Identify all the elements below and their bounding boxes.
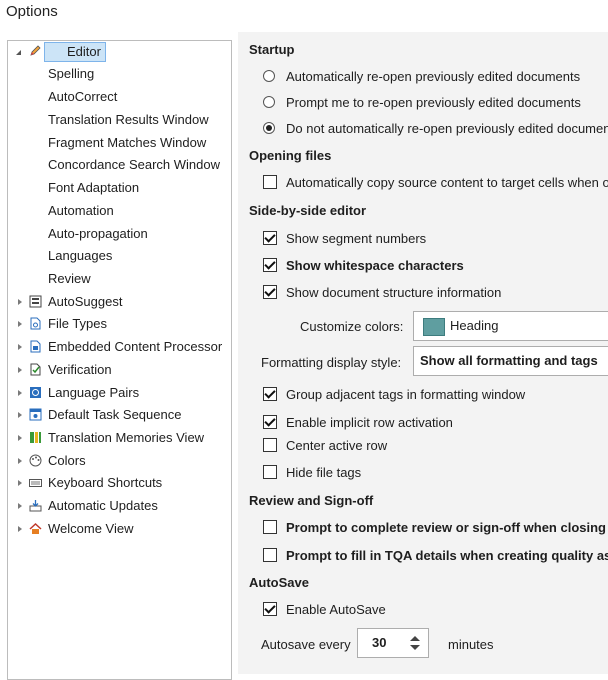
checkbox[interactable] xyxy=(263,548,277,562)
collapsed-arrow-icon[interactable] xyxy=(18,480,22,486)
file-types-icon xyxy=(30,317,41,330)
keyboard-icon xyxy=(29,479,42,487)
formatting-style-label: Formatting display style: xyxy=(261,355,402,370)
customize-colors-dropdown[interactable]: Heading xyxy=(413,311,608,341)
section-startup: Startup xyxy=(249,42,295,57)
verification-icon xyxy=(30,363,41,376)
tree-item-label: AutoCorrect xyxy=(48,89,118,104)
tree-item-label: Spelling xyxy=(48,66,95,81)
tree-item-label: File Types xyxy=(48,316,108,331)
option-label: Do not automatically re-open previously … xyxy=(286,121,608,136)
checkbox-checked[interactable] xyxy=(263,258,277,272)
minutes-unit-label: minutes xyxy=(448,637,494,652)
collapsed-arrow-icon[interactable] xyxy=(18,412,22,418)
option-label: Hide file tags xyxy=(286,465,362,480)
option-label: Automatically re-open previously edited … xyxy=(286,69,581,84)
autosuggest-icon xyxy=(29,295,42,308)
option-label: Enable implicit row activation xyxy=(286,415,453,430)
option-label: Prompt to fill in TQA details when creat… xyxy=(286,548,608,563)
collapsed-arrow-icon[interactable] xyxy=(18,344,22,350)
checkbox-checked[interactable] xyxy=(263,231,277,245)
tree-item-label: Fragment Matches Window xyxy=(48,135,207,150)
collapsed-arrow-icon[interactable] xyxy=(18,503,22,509)
tree-item-label: Language Pairs xyxy=(48,385,140,400)
updates-icon xyxy=(29,500,42,512)
collapsed-arrow-icon[interactable] xyxy=(18,435,22,441)
tree-item-label: Languages xyxy=(48,248,113,263)
checkbox[interactable] xyxy=(263,438,277,452)
checkbox-checked[interactable] xyxy=(263,415,277,429)
collapsed-arrow-icon[interactable] xyxy=(18,526,22,532)
checkbox-checked[interactable] xyxy=(263,602,277,616)
home-icon xyxy=(29,522,42,534)
options-tree[interactable]: Editor Spelling AutoCorrect Translation … xyxy=(7,40,232,680)
dropdown-value: Show all formatting and tags xyxy=(420,353,598,368)
decrement-icon[interactable] xyxy=(410,645,420,650)
dropdown-value: Heading xyxy=(450,318,499,333)
tree-item-label: Translation Memories View xyxy=(48,430,205,445)
increment-icon[interactable] xyxy=(410,636,420,641)
checkbox-checked[interactable] xyxy=(263,387,277,401)
options-panel: Startup Automatically re-open previously… xyxy=(238,32,608,674)
tree-item-label: Colors xyxy=(48,453,86,468)
collapsed-arrow-icon[interactable] xyxy=(18,367,22,373)
section-opening-files: Opening files xyxy=(249,148,332,163)
task-sequence-icon xyxy=(29,408,42,421)
title-bar: Options xyxy=(0,0,608,32)
collapsed-arrow-icon[interactable] xyxy=(18,299,22,305)
option-label: Show segment numbers xyxy=(286,231,427,246)
radio-button-selected[interactable] xyxy=(263,122,275,134)
embedded-content-icon xyxy=(30,340,41,353)
tree-item-label: Editor xyxy=(44,42,106,62)
section-autosave: AutoSave xyxy=(249,575,309,590)
collapsed-arrow-icon[interactable] xyxy=(18,390,22,396)
tree-item-label: Auto-propagation xyxy=(48,226,148,241)
radio-button[interactable] xyxy=(263,96,275,108)
translation-memories-icon xyxy=(30,432,41,443)
customize-colors-label: Customize colors: xyxy=(300,319,404,334)
tree-item-label: Automation xyxy=(48,203,114,218)
color-swatch xyxy=(423,318,445,336)
tree-item-label: Verification xyxy=(48,362,112,377)
option-label: Automatically copy source content to tar… xyxy=(286,175,608,190)
radio-button[interactable] xyxy=(263,70,275,82)
window-title: Options xyxy=(6,3,58,20)
collapsed-arrow-icon[interactable] xyxy=(18,458,22,464)
language-pairs-icon xyxy=(30,387,41,398)
tree-item-label: Automatic Updates xyxy=(48,498,158,513)
checkbox[interactable] xyxy=(263,175,277,189)
collapsed-arrow-icon[interactable] xyxy=(18,321,22,327)
tree-item-label: Translation Results Window xyxy=(48,112,209,127)
tree-item-label: Default Task Sequence xyxy=(48,407,182,422)
checkbox-checked[interactable] xyxy=(263,285,277,299)
option-label: Center active row xyxy=(286,438,388,453)
tree-item-label: Review xyxy=(48,271,91,286)
option-label: Group adjacent tags in formatting window xyxy=(286,387,526,402)
option-label: Prompt me to re-open previously edited d… xyxy=(286,95,581,110)
tree-item-editor[interactable]: Editor xyxy=(8,41,228,63)
tree-item-label: AutoSuggest xyxy=(48,294,123,309)
checkbox[interactable] xyxy=(263,465,277,479)
tree-item-label: Keyboard Shortcuts xyxy=(48,475,163,490)
autosave-minutes-stepper[interactable]: 30 xyxy=(357,628,429,658)
option-label: Show document structure information xyxy=(286,285,502,300)
formatting-style-dropdown[interactable]: Show all formatting and tags xyxy=(413,346,608,376)
tree-item-label: Concordance Search Window xyxy=(48,157,220,172)
tree-item-label: Font Adaptation xyxy=(48,180,140,195)
section-side-by-side-editor: Side-by-side editor xyxy=(249,203,367,218)
tree-item-label: Welcome View xyxy=(48,521,134,536)
tree-item-label: Embedded Content Processor xyxy=(48,339,223,354)
option-label: Prompt to complete review or sign-off wh… xyxy=(286,520,606,535)
palette-icon xyxy=(29,454,42,467)
stepper-value: 30 xyxy=(372,635,387,650)
option-label: Enable AutoSave xyxy=(286,602,386,617)
checkbox[interactable] xyxy=(263,520,277,534)
section-review-signoff: Review and Sign-off xyxy=(249,493,374,508)
option-label: Show whitespace characters xyxy=(286,258,464,273)
expanded-arrow-icon[interactable] xyxy=(16,50,21,55)
autosave-every-label: Autosave every xyxy=(261,637,351,652)
pencil-icon xyxy=(30,45,41,56)
